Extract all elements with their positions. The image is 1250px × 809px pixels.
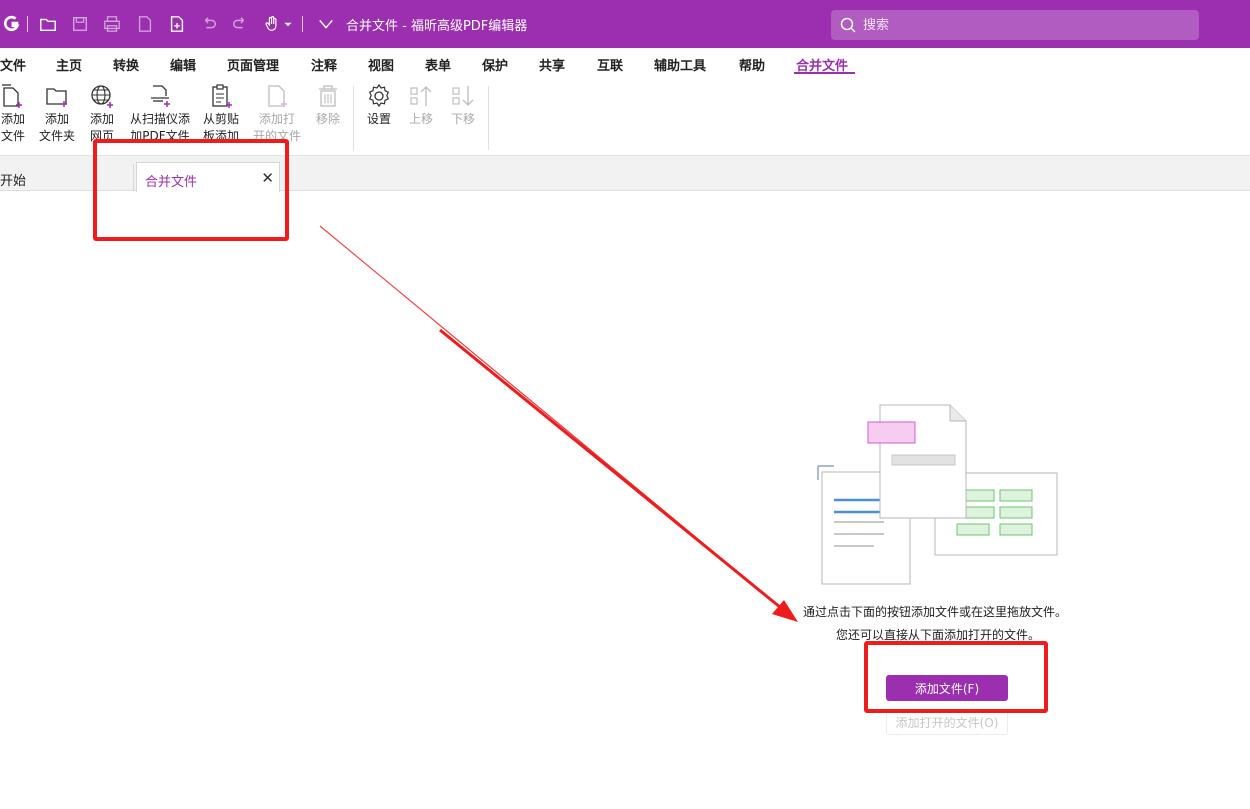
add-file-ribbon-label: 添加 文件 [0,112,25,143]
globe-icon [91,85,113,108]
search-icon [840,17,856,33]
move-down-ribbon-label: 下移 [450,112,475,126]
menu-page-management[interactable]: 页面管理 [227,55,279,74]
redo-icon[interactable] [229,13,251,35]
document-title: 合并文件 - 福昕高级PDF编辑器 [346,19,528,34]
add-open-files-ribbon-button[interactable]: 添加打 开的文件 [250,82,304,145]
new-file-icon[interactable] [166,13,188,35]
remove-ribbon-button[interactable]: 移除 [312,82,344,128]
menu-convert[interactable]: 转换 [113,55,139,74]
trash-icon [319,85,337,107]
ribbon-separator [353,86,354,150]
toolbar-separator [27,16,28,32]
toolbar-separator [302,16,303,32]
menu-form[interactable]: 表单 [425,55,451,74]
settings-ribbon-button[interactable]: 设置 [364,82,394,128]
menu-comment[interactable]: 注释 [311,55,337,74]
clipboard-icon [212,84,232,108]
move-down-icon [452,86,474,106]
undo-icon[interactable] [198,13,220,35]
search-input[interactable] [863,10,1183,40]
move-up-ribbon-label: 上移 [408,112,433,126]
settings-ribbon-label: 设置 [366,112,391,126]
menu-connect[interactable]: 互联 [597,55,623,74]
add-folder-ribbon-button[interactable]: 添加 文件夹 [36,82,78,145]
menu-accessibility[interactable]: 辅助工具 [654,55,706,74]
move-up-ribbon-button[interactable]: 上移 [406,82,436,128]
add-file-ribbon-button[interactable]: 添加 文件 [0,82,28,145]
gear-icon [368,83,390,108]
menu-file[interactable]: 文件 [0,55,26,74]
add-folder-ribbon-label: 添加 文件夹 [38,112,75,143]
add-folder-icon [46,88,67,107]
menu-home[interactable]: 主页 [56,55,82,74]
menu-bar: 文件 主页 转换 编辑 页面管理 注释 视图 表单 保护 共享 互联 辅助工具 … [0,48,1250,78]
menu-edit[interactable]: 编辑 [170,55,196,74]
active-menu-indicator [794,72,855,74]
open-folder-icon[interactable] [37,13,59,35]
app-window: 合并文件 - 福昕高级PDF编辑器 文件 主页 转换 编辑 页面管理 注释 视图… [0,0,1250,809]
remove-ribbon-label: 移除 [315,112,340,126]
move-down-ribbon-button[interactable]: 下移 [448,82,478,128]
ribbon-separator [488,86,489,150]
title-bar: 合并文件 - 福昕高级PDF编辑器 [0,0,1250,48]
menu-help[interactable]: 帮助 [739,55,765,74]
file-icon[interactable] [134,13,156,35]
open-file-icon [268,85,287,107]
hand-icon[interactable] [262,13,284,35]
tab-start-label: 开始 [0,174,27,189]
search-box[interactable] [831,10,1199,40]
empty-state-instruction-line1: 通过点击下面的按钮添加文件或在这里拖放文件。 [803,605,1068,619]
hand-dropdown-icon[interactable] [282,13,294,35]
customize-dropdown-icon[interactable] [315,13,337,35]
annotation-highlight-box [864,641,1048,713]
foxit-logo-icon[interactable] [1,13,23,35]
menu-protect[interactable]: 保护 [482,55,508,74]
add-from-clipboard-ribbon-button[interactable]: 从剪贴 板添加 [199,82,243,145]
add-file-icon [2,84,22,108]
menu-view[interactable]: 视图 [368,55,394,74]
annotation-highlight-box [93,139,289,241]
save-icon[interactable] [69,13,91,35]
scanner-icon [151,85,170,107]
add-from-scanner-ribbon-button[interactable]: 从扫描仪添 加PDF文件 [126,82,194,145]
print-icon[interactable] [101,13,123,35]
add-webpage-ribbon-button[interactable]: 添加 网页 [86,82,118,145]
empty-state-illustration [817,404,1058,585]
move-up-icon [410,86,432,106]
menu-share[interactable]: 共享 [539,55,565,74]
